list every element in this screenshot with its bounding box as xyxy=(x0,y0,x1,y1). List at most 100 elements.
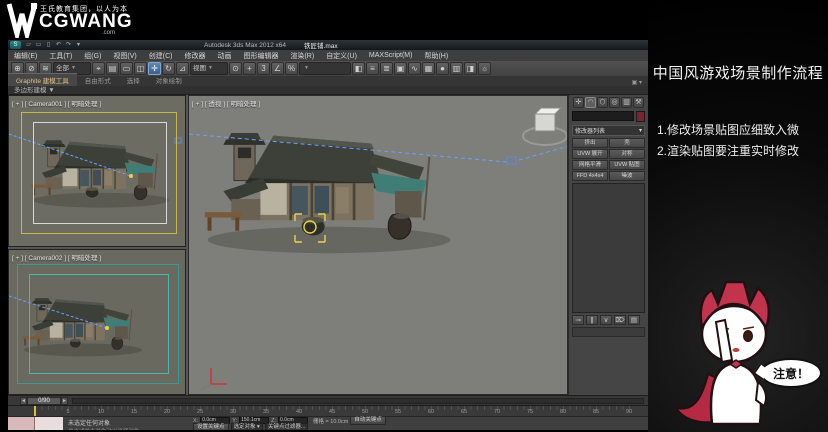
menu-item-4[interactable]: 创建(C) xyxy=(143,51,179,61)
viewport-perspective-label[interactable]: [ + ] [ 透视 ] [ 明暗处理 ] xyxy=(192,98,260,108)
viewport-camera002-label[interactable]: [ + ] [ Camera002 ] [ 明暗处理 ] xyxy=(12,252,101,262)
time-slider-track[interactable] xyxy=(72,398,644,404)
ribbon-tab-3[interactable]: 对象绘制 xyxy=(148,74,190,86)
motion-tab[interactable]: ◎ xyxy=(609,97,620,108)
render-setup-icon[interactable]: ▥ xyxy=(450,62,463,75)
menu-item-7[interactable]: 图形编辑器 xyxy=(237,51,284,61)
hierarchy-tab[interactable]: ⬡ xyxy=(597,97,608,108)
modify-tab[interactable]: ◠ xyxy=(585,97,596,108)
ribbon-tab-2[interactable]: 选择 xyxy=(119,74,148,86)
modifier-button-1[interactable]: 壳 xyxy=(609,138,645,148)
window-title: Autodesk 3ds Max 2012 x64 xyxy=(204,42,286,49)
modifier-button-2[interactable]: UVW 展开 xyxy=(572,149,608,159)
key-mode-dropdown[interactable]: 选定对象 ▾ xyxy=(231,423,263,430)
render-production-icon[interactable]: ☼ xyxy=(478,62,491,75)
sidebar-tip-1: 2.渲染贴图要注重实时修改 xyxy=(657,141,799,162)
ribbon-panel-label[interactable]: 多边形建模 ▼ xyxy=(8,86,648,95)
utilities-tab[interactable]: ⚒ xyxy=(633,97,644,108)
configure-modifier-sets-icon[interactable]: ▤ xyxy=(628,315,640,325)
menu-item-3[interactable]: 视图(V) xyxy=(107,51,142,61)
viewport-area: [ + ] [ Camera001 ] [ 明暗处理 ] [ + ] [ Cam… xyxy=(8,95,648,395)
open-file-icon[interactable]: ▭ xyxy=(34,41,43,49)
frame-tick-20: 20 xyxy=(164,409,170,415)
command-panel-tabs: ✛◠⬡◎▥⚒ xyxy=(569,95,648,109)
object-color-swatch[interactable] xyxy=(636,111,645,122)
max-window: S ▱ ▭ ▯ ↶ ↷ ▾ Autodesk 3ds Max 2012 x64 … xyxy=(8,40,648,430)
status-bar: 未选定任何对象 单击或单击并拖动以选择对象 X: 0.0cm Y: 150.1c… xyxy=(8,416,648,430)
new-file-icon[interactable]: ▱ xyxy=(24,41,33,49)
perspective-render xyxy=(189,96,568,395)
maxscript-mini-listener[interactable] xyxy=(8,417,63,430)
reference-coordinate-dropdown[interactable]: 视图▼ xyxy=(190,62,228,75)
modifier-button-4[interactable]: 网格平滑 xyxy=(572,160,608,170)
display-tab[interactable]: ▥ xyxy=(621,97,632,108)
pin-stack-icon[interactable]: ⊸ xyxy=(572,315,584,325)
modifier-button-7[interactable]: 噪波 xyxy=(609,171,645,181)
quick-access-arrow-icon[interactable]: ▾ xyxy=(74,41,83,49)
menu-item-5[interactable]: 修改器 xyxy=(178,51,211,61)
logo-brand: CGWANG xyxy=(39,11,133,33)
make-unique-icon[interactable]: ∨ xyxy=(600,315,612,325)
curve-editor-icon[interactable]: ∿ xyxy=(408,62,421,75)
modifier-button-0[interactable]: 挤出 xyxy=(572,138,608,148)
ribbon-tab-1[interactable]: 自由形式 xyxy=(77,74,119,86)
menu-item-1[interactable]: 工具(T) xyxy=(43,51,78,61)
undo-icon[interactable]: ↶ xyxy=(54,41,63,49)
modifier-button-5[interactable]: UVW 贴图 xyxy=(609,160,645,170)
modifier-stack-list[interactable] xyxy=(572,183,645,313)
remove-modifier-icon[interactable]: ⌦ xyxy=(614,315,626,325)
menu-item-0[interactable]: 编辑(E) xyxy=(8,51,43,61)
use-pivot-point-icon[interactable]: ⊙ xyxy=(229,62,242,75)
set-key-button[interactable]: 设置关键点 xyxy=(193,423,229,430)
show-end-result-icon[interactable]: ∥ xyxy=(586,315,598,325)
select-and-manipulate-icon[interactable]: + xyxy=(243,62,256,75)
graphite-ribbon-toggle-icon[interactable]: ▣ xyxy=(394,62,407,75)
world-axis-icon xyxy=(201,368,227,390)
create-tab[interactable]: ✛ xyxy=(573,97,584,108)
menu-item-11[interactable]: 帮助(H) xyxy=(418,51,454,61)
snap-toggle-3d-icon[interactable]: 3 xyxy=(257,62,270,75)
viewcube-icon xyxy=(523,108,567,145)
layer-manager-icon[interactable]: ≣ xyxy=(380,62,393,75)
ribbon-tab-0[interactable]: Graphite 建模工具 xyxy=(8,73,77,86)
percent-snap-icon[interactable]: % xyxy=(285,62,298,75)
previous-frame-button[interactable]: ◄ xyxy=(20,397,27,405)
speech-bubble-text: 注意！ xyxy=(762,365,820,382)
modifier-button-grid: 挤出壳UVW 展开对称网格平滑UVW 贴图FFD 4x4x4噪波 xyxy=(572,138,645,181)
object-name-field[interactable] xyxy=(572,111,634,121)
mirror-icon[interactable]: ◧ xyxy=(352,62,365,75)
frame-tick-65: 65 xyxy=(461,409,467,415)
menu-item-8[interactable]: 渲染(R) xyxy=(284,51,320,61)
time-slider-thumb[interactable]: 0/90 xyxy=(27,397,61,405)
window-filename: 铁匠铺.max xyxy=(304,40,338,50)
menu-item-6[interactable]: 动画 xyxy=(211,51,237,61)
modifier-list-dropdown[interactable]: 修改器列表▾ xyxy=(572,125,645,136)
angle-snap-icon[interactable]: ∠ xyxy=(271,62,284,75)
named-selection-set-dropdown[interactable]: ▼ xyxy=(299,62,351,75)
viewport-camera002[interactable]: [ + ] [ Camera002 ] [ 明暗处理 ] xyxy=(8,249,186,395)
next-frame-button[interactable]: ► xyxy=(61,397,68,405)
modifier-button-6[interactable]: FFD 4x4x4 xyxy=(572,171,608,181)
menu-item-10[interactable]: MAXScript(M) xyxy=(363,52,419,59)
max-app-icon[interactable]: S xyxy=(10,41,21,49)
stack-toolbar: ⊸∥∨⌦▤ xyxy=(572,315,645,325)
modifier-button-3[interactable]: 对称 xyxy=(609,149,645,159)
stage: 王氏教育集团，以人为本 CGWANG .com S ▱ ▭ ▯ ↶ ↷ ▾ Au… xyxy=(0,0,828,432)
dope-sheet-icon[interactable]: ▦ xyxy=(422,62,435,75)
frame-tick-85: 85 xyxy=(593,409,599,415)
ribbon-minimize-icon[interactable]: ▣ ▾ xyxy=(632,79,642,86)
menu-item-9[interactable]: 自定义(U) xyxy=(320,51,363,61)
viewport-camera001-label[interactable]: [ + ] [ Camera001 ] [ 明暗处理 ] xyxy=(12,98,101,108)
rendered-frame-icon[interactable]: ◨ xyxy=(464,62,477,75)
viewport-perspective[interactable]: [ + ] [ 透视 ] [ 明暗处理 ] xyxy=(188,95,568,395)
save-file-icon[interactable]: ▯ xyxy=(44,41,53,49)
key-filters-button[interactable]: 关键点过滤器... xyxy=(265,423,309,430)
mascot-character xyxy=(672,270,792,428)
align-icon[interactable]: ≡ xyxy=(366,62,379,75)
viewport-camera001[interactable]: [ + ] [ Camera001 ] [ 明暗处理 ] xyxy=(8,95,186,247)
camera002-render xyxy=(9,250,186,395)
material-editor-icon[interactable]: ● xyxy=(436,62,449,75)
selection-status: 未选定任何对象 xyxy=(68,418,193,427)
redo-icon[interactable]: ↷ xyxy=(64,41,73,49)
menu-item-2[interactable]: 组(G) xyxy=(78,51,107,61)
